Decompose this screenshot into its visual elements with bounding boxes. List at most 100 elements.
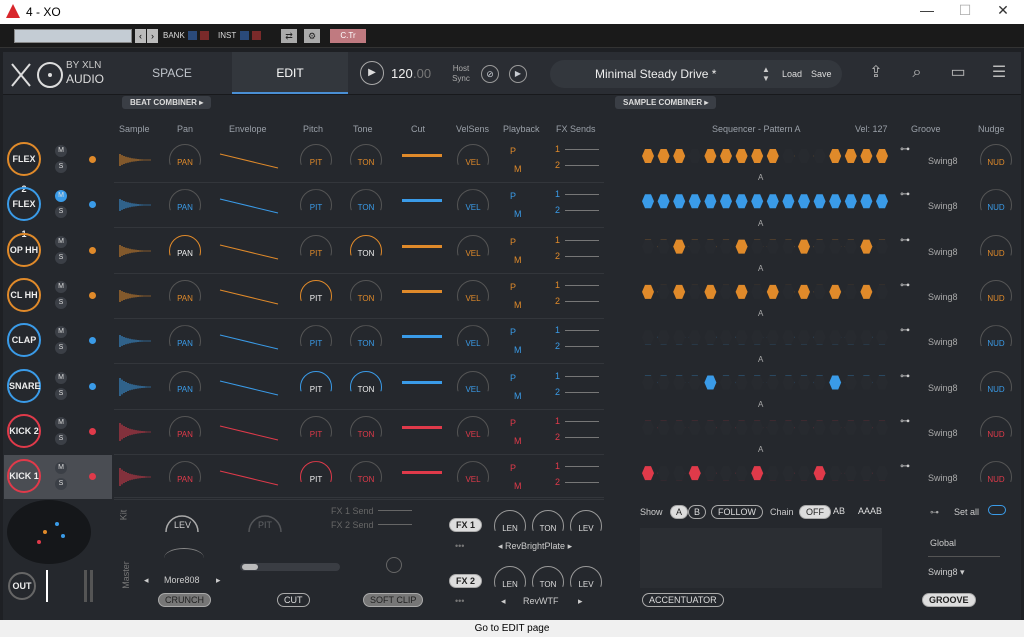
fx-send-2-slider[interactable] bbox=[565, 482, 599, 484]
sequencer-step[interactable] bbox=[735, 194, 748, 209]
sequencer-step[interactable] bbox=[642, 149, 654, 163]
playback-mode-p[interactable]: P bbox=[510, 146, 516, 156]
knob-pan[interactable]: PAN bbox=[165, 370, 205, 399]
sequencer-step[interactable] bbox=[860, 284, 873, 299]
space-map[interactable] bbox=[7, 500, 91, 564]
sequencer-step[interactable] bbox=[688, 330, 701, 345]
fx-send-1-slider[interactable] bbox=[565, 284, 599, 286]
metronome-icon[interactable]: ⊘ bbox=[481, 65, 499, 83]
sequencer-step[interactable] bbox=[642, 239, 654, 254]
play-button[interactable]: ▶ bbox=[360, 61, 384, 85]
inst-indicator-2[interactable] bbox=[252, 31, 261, 40]
solo-button[interactable]: S bbox=[55, 342, 67, 355]
knob-nudge[interactable]: NUD bbox=[976, 144, 1016, 172]
envelope-display[interactable] bbox=[218, 243, 280, 261]
channel-name-button[interactable]: FLEX 2 bbox=[7, 142, 41, 194]
sequencer-step[interactable] bbox=[876, 375, 888, 390]
fx1-send-slider[interactable] bbox=[378, 510, 412, 511]
fx-knob-len[interactable]: LEN bbox=[490, 566, 530, 594]
sequencer-step[interactable] bbox=[782, 239, 795, 254]
knob-nudge[interactable]: NUD bbox=[976, 415, 1016, 444]
fx2-next-icon[interactable]: ▸ bbox=[578, 596, 583, 607]
envelope-display[interactable] bbox=[218, 288, 280, 306]
global-swing-slider[interactable] bbox=[928, 556, 1000, 557]
knob-pitch[interactable]: PIT bbox=[296, 144, 336, 172]
playback-mode-p[interactable]: P bbox=[510, 237, 516, 247]
sequencer-step[interactable] bbox=[688, 284, 701, 299]
sequencer-step[interactable] bbox=[829, 239, 842, 254]
set-all-label[interactable]: Set all bbox=[954, 507, 979, 517]
sequencer-step[interactable] bbox=[751, 239, 764, 254]
sequencer-step[interactable] bbox=[751, 149, 764, 163]
playback-mode-m[interactable]: M bbox=[514, 391, 522, 401]
sequencer-step[interactable] bbox=[735, 375, 748, 390]
velocity-readout[interactable]: Vel: 127 bbox=[855, 124, 888, 134]
sequencer-step[interactable] bbox=[673, 149, 686, 163]
cut-slider-handle[interactable] bbox=[242, 564, 258, 570]
sequencer-step[interactable] bbox=[657, 239, 670, 254]
fx2-send-slider[interactable] bbox=[378, 524, 412, 525]
sequencer-step[interactable] bbox=[720, 330, 732, 345]
mute-button[interactable]: M bbox=[55, 462, 67, 475]
tab-space[interactable]: SPACE bbox=[114, 52, 230, 94]
minimize-button[interactable]: — bbox=[912, 2, 942, 18]
channel-strip[interactable]: KICK 1 MS bbox=[4, 455, 112, 500]
sample-waveform[interactable] bbox=[119, 465, 155, 489]
channel-name-button[interactable]: CL HH bbox=[7, 277, 41, 312]
knob-velsens[interactable]: VEL bbox=[453, 325, 493, 353]
knob-velsens[interactable]: VEL bbox=[453, 461, 493, 489]
fx-send-1-slider[interactable] bbox=[565, 420, 599, 422]
playback-mode-m[interactable]: M bbox=[514, 164, 522, 174]
fx2-prev-icon[interactable]: ◂ bbox=[501, 596, 506, 607]
save-button[interactable]: Save bbox=[811, 69, 832, 79]
sequencer-step[interactable] bbox=[813, 284, 826, 299]
sequencer-step[interactable] bbox=[782, 420, 795, 435]
sample-waveform[interactable] bbox=[119, 420, 155, 444]
sample-waveform[interactable] bbox=[119, 193, 155, 217]
ctr-button[interactable]: C.Tr bbox=[330, 29, 366, 43]
channel-strip[interactable]: SNARE M S bbox=[4, 365, 112, 409]
fx-send-2-slider[interactable] bbox=[565, 346, 599, 348]
show-a-button[interactable]: A bbox=[670, 505, 689, 519]
sequencer-step[interactable] bbox=[657, 149, 670, 163]
sequencer-step[interactable] bbox=[860, 239, 873, 254]
sequencer-step[interactable] bbox=[688, 420, 701, 435]
envelope-display[interactable] bbox=[218, 379, 280, 397]
knob-nudge[interactable]: NUD bbox=[976, 461, 1016, 489]
sequencer-step[interactable] bbox=[860, 149, 873, 163]
channel-name-button[interactable]: FLEX 1 bbox=[7, 187, 41, 239]
tempo-value[interactable]: 120 bbox=[391, 66, 413, 81]
envelope-display[interactable] bbox=[218, 333, 280, 351]
envelope-display[interactable] bbox=[218, 197, 280, 215]
sequencer-step[interactable] bbox=[798, 375, 810, 390]
channel-name-button[interactable]: CLAP bbox=[7, 323, 41, 358]
tempo-fraction[interactable]: .00 bbox=[413, 66, 431, 81]
playback-mode-p[interactable]: P bbox=[510, 327, 516, 337]
fx-send-2-slider[interactable] bbox=[565, 210, 599, 212]
sequencer-step[interactable] bbox=[860, 466, 873, 481]
out-level-fader[interactable] bbox=[46, 570, 48, 602]
out-button[interactable]: OUT bbox=[8, 572, 36, 600]
sequencer-step[interactable] bbox=[673, 330, 686, 345]
sequencer-step[interactable] bbox=[688, 375, 701, 390]
sequencer-step[interactable] bbox=[720, 239, 732, 254]
soft-clip-button[interactable]: SOFT CLIP bbox=[363, 593, 424, 607]
sequencer-step[interactable] bbox=[735, 149, 748, 163]
sequencer-step[interactable] bbox=[860, 330, 873, 345]
fx-send-1-slider[interactable] bbox=[565, 194, 599, 196]
sequencer-step[interactable] bbox=[673, 420, 686, 435]
fx-send-1-slider[interactable] bbox=[565, 375, 599, 377]
sequencer-step[interactable] bbox=[751, 330, 764, 345]
sequencer-step[interactable] bbox=[735, 420, 748, 435]
sequencer-step[interactable] bbox=[766, 466, 779, 481]
program-selector[interactable] bbox=[14, 29, 132, 43]
sequencer-step[interactable] bbox=[813, 239, 826, 254]
sequencer-step[interactable] bbox=[657, 194, 670, 209]
sequencer-step[interactable] bbox=[798, 466, 810, 481]
channel-strip[interactable]: FLEX 1 MS bbox=[4, 183, 112, 239]
sequencer-step[interactable] bbox=[720, 284, 732, 299]
knob-nudge[interactable]: NUD bbox=[976, 279, 1016, 308]
sequencer-step[interactable] bbox=[766, 239, 779, 254]
channel-name-button[interactable]: KICK 1 bbox=[7, 459, 41, 494]
next-program-button[interactable]: › bbox=[147, 29, 158, 43]
